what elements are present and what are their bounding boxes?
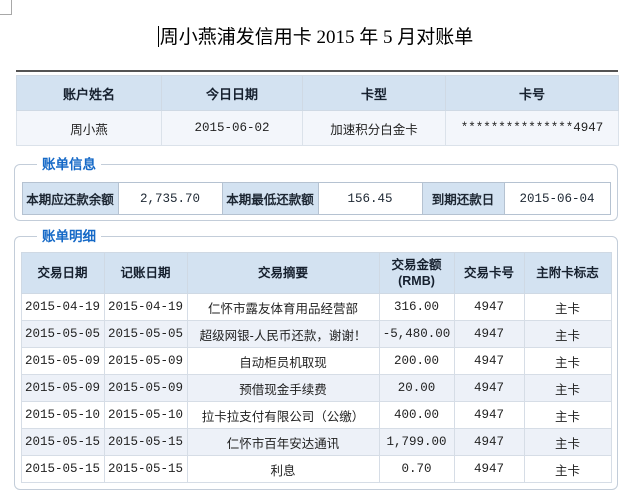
account-header-name: 账户姓名 xyxy=(17,76,162,111)
balance-due-label: 本期应还款余额 xyxy=(22,183,118,215)
transaction-row: 2015-05-10 2015-05-10 拉卡拉支付有限公司（公缴） 400.… xyxy=(21,402,611,429)
page-title[interactable]: 周小燕浦发信用卡 2015 年 5 月对账单 xyxy=(0,22,631,49)
cell-amount: 1,799.00 xyxy=(379,429,454,456)
transaction-row: 2015-05-09 2015-05-09 自动柜员机取现 200.00 494… xyxy=(21,348,611,375)
table-corner-mark xyxy=(0,0,12,15)
due-date-value: 2015-06-04 xyxy=(504,183,610,215)
cell-summary: 拉卡拉支付有限公司（公缴） xyxy=(187,402,379,429)
cell-post-date: 2015-05-10 xyxy=(104,402,187,429)
account-header-card-no: 卡号 xyxy=(446,76,619,111)
cell-card-flag: 主卡 xyxy=(524,429,611,456)
cell-card-flag: 主卡 xyxy=(524,456,611,483)
transaction-row: 2015-04-19 2015-04-19 仁怀市露友体育用品经营部 316.0… xyxy=(21,294,611,321)
masked-card-number: ***************4947 xyxy=(446,111,619,146)
header-summary: 交易摘要 xyxy=(187,253,379,294)
cell-amount: 0.70 xyxy=(379,456,454,483)
bill-detail-legend: 账单明细 xyxy=(37,228,101,245)
cell-post-date: 2015-05-09 xyxy=(104,375,187,402)
bill-info-table: 本期应还款余额 2,735.70 本期最低还款额 156.45 到期还款日 20… xyxy=(22,182,611,215)
min-payment-label: 本期最低还款额 xyxy=(222,183,318,215)
bill-info-legend: 账单信息 xyxy=(37,156,101,173)
cell-card-no: 4947 xyxy=(454,456,524,483)
account-header-card-type: 卡型 xyxy=(303,76,446,111)
cell-amount: -5,480.00 xyxy=(379,321,454,348)
cell-summary: 自动柜员机取现 xyxy=(187,348,379,375)
cell-amount: 400.00 xyxy=(379,402,454,429)
cell-card-flag: 主卡 xyxy=(524,375,611,402)
cell-summary: 超级网银-人民币还款，谢谢！ xyxy=(187,321,379,348)
transaction-row: 2015-05-09 2015-05-09 预借现金手续费 20.00 4947… xyxy=(21,375,611,402)
header-card-no: 交易卡号 xyxy=(454,253,524,294)
statement-date: 2015-06-02 xyxy=(162,111,303,146)
header-trade-date: 交易日期 xyxy=(21,253,104,294)
cell-amount: 200.00 xyxy=(379,348,454,375)
account-header-row: 账户姓名 今日日期 卡型 卡号 xyxy=(17,76,619,111)
cell-card-no: 4947 xyxy=(454,348,524,375)
cell-amount: 20.00 xyxy=(379,375,454,402)
account-header-date: 今日日期 xyxy=(162,76,303,111)
cell-card-flag: 主卡 xyxy=(524,348,611,375)
cell-trade-date: 2015-05-10 xyxy=(21,402,104,429)
cell-summary: 仁怀市百年安达通讯 xyxy=(187,429,379,456)
cell-card-no: 4947 xyxy=(454,294,524,321)
detail-table-body: 2015-04-19 2015-04-19 仁怀市露友体育用品经营部 316.0… xyxy=(21,294,611,483)
cell-card-flag: 主卡 xyxy=(524,294,611,321)
transaction-row: 2015-05-15 2015-05-15 仁怀市百年安达通讯 1,799.00… xyxy=(21,429,611,456)
account-data-row: 周小燕 2015-06-02 加速积分白金卡 ***************49… xyxy=(17,111,619,146)
cell-trade-date: 2015-05-15 xyxy=(21,429,104,456)
min-payment-value: 156.45 xyxy=(318,183,422,215)
cell-post-date: 2015-05-15 xyxy=(104,429,187,456)
cell-amount: 316.00 xyxy=(379,294,454,321)
cell-post-date: 2015-05-09 xyxy=(104,348,187,375)
cell-card-no: 4947 xyxy=(454,375,524,402)
transactions-header-row: 交易日期 记账日期 交易摘要 交易金额 (RMB) 交易卡号 主附卡标志 xyxy=(21,253,611,294)
cell-trade-date: 2015-05-15 xyxy=(21,456,104,483)
cell-post-date: 2015-05-15 xyxy=(104,456,187,483)
transaction-row: 2015-05-15 2015-05-15 利息 0.70 4947 主卡 xyxy=(21,456,611,483)
cell-trade-date: 2015-05-09 xyxy=(21,375,104,402)
bill-info-row: 本期应还款余额 2,735.70 本期最低还款额 156.45 到期还款日 20… xyxy=(22,183,610,215)
cell-card-no: 4947 xyxy=(454,429,524,456)
statement-page: 周小燕浦发信用卡 2015 年 5 月对账单 账户姓名 今日日期 卡型 卡号 周… xyxy=(0,0,631,495)
cell-card-no: 4947 xyxy=(454,402,524,429)
due-date-label: 到期还款日 xyxy=(422,183,504,215)
cell-summary: 仁怀市露友体育用品经营部 xyxy=(187,294,379,321)
cell-card-no: 4947 xyxy=(454,321,524,348)
cell-trade-date: 2015-05-09 xyxy=(21,348,104,375)
cell-trade-date: 2015-05-05 xyxy=(21,321,104,348)
cell-card-flag: 主卡 xyxy=(524,321,611,348)
cell-trade-date: 2015-04-19 xyxy=(21,294,104,321)
transactions-table: 交易日期 记账日期 交易摘要 交易金额 (RMB) 交易卡号 主附卡标志 201… xyxy=(21,252,612,483)
text-cursor xyxy=(158,26,159,47)
transaction-row: 2015-05-05 2015-05-05 超级网银-人民币还款，谢谢！ -5,… xyxy=(21,321,611,348)
cell-post-date: 2015-05-05 xyxy=(104,321,187,348)
cell-summary: 预借现金手续费 xyxy=(187,375,379,402)
account-summary-section: 账户姓名 今日日期 卡型 卡号 周小燕 2015-06-02 加速积分白金卡 *… xyxy=(16,70,618,146)
bill-info-section: 账单信息 本期应还款余额 2,735.70 本期最低还款额 156.45 到期还… xyxy=(14,164,618,221)
cell-post-date: 2015-04-19 xyxy=(104,294,187,321)
header-amount: 交易金额 (RMB) xyxy=(379,253,454,294)
page-title-text: 周小燕浦发信用卡 2015 年 5 月对账单 xyxy=(160,27,474,48)
bill-detail-section: 账单明细 交易日期 记账日期 交易摘要 交易金额 (RMB) 交易卡号 主附卡标… xyxy=(14,236,618,490)
account-name: 周小燕 xyxy=(17,111,162,146)
header-card-flag: 主附卡标志 xyxy=(524,253,611,294)
balance-due-value: 2,735.70 xyxy=(118,183,222,215)
card-type: 加速积分白金卡 xyxy=(303,111,446,146)
cell-card-flag: 主卡 xyxy=(524,402,611,429)
cell-summary: 利息 xyxy=(187,456,379,483)
header-post-date: 记账日期 xyxy=(104,253,187,294)
account-summary-table: 账户姓名 今日日期 卡型 卡号 周小燕 2015-06-02 加速积分白金卡 *… xyxy=(16,75,619,146)
